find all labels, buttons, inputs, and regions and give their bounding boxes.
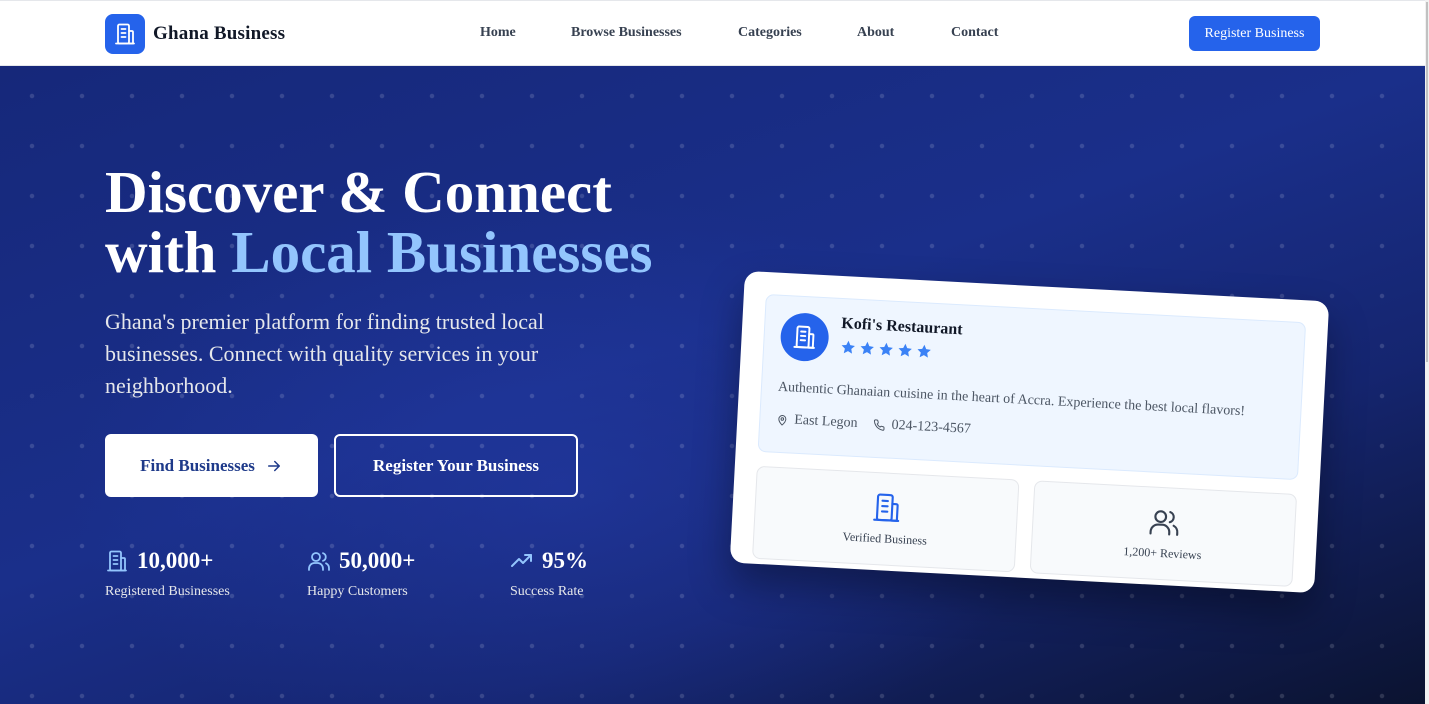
navbar: Ghana Business Home Browse Businesses Ca…: [0, 0, 1425, 66]
hero-title: Discover & Connect with Local Businesses: [105, 162, 725, 282]
arrow-right-icon: [267, 460, 280, 471]
feature-verified: Verified Business: [751, 465, 1020, 573]
business-description: Authentic Ghanaian cuisine in the heart …: [777, 379, 1246, 420]
scrollbar-thumb[interactable]: [1426, 2, 1428, 362]
stat-businesses: 10,000+ Registered Businesses: [105, 548, 230, 600]
stat-label: Registered Businesses: [105, 584, 230, 599]
star-icon: [917, 344, 931, 358]
users-icon: [308, 552, 330, 571]
map-pin-icon: [778, 415, 787, 426]
stat-customers: 50,000+ Happy Customers: [307, 548, 415, 600]
stat-value: 10,000+: [137, 548, 214, 573]
nav-home[interactable]: Home: [480, 25, 516, 41]
business-meta: East Legon 024-123-4567: [776, 412, 971, 438]
hero-section: Discover & Connect with Local Businesses…: [0, 66, 1425, 704]
rating-stars: [840, 339, 933, 360]
trending-up-icon: [511, 554, 532, 567]
feature-label: Verified Business: [842, 529, 928, 548]
star-icon: [860, 341, 874, 355]
phone-text: 024-123-4567: [891, 417, 972, 437]
hero-title-accent: Local Businesses: [231, 219, 653, 285]
stat-label: Happy Customers: [307, 584, 408, 599]
nav-browse-businesses[interactable]: Browse Businesses: [571, 25, 682, 41]
star-icon: [898, 343, 912, 357]
feature-label: 1,200+ Reviews: [1122, 544, 1202, 563]
building-icon: [107, 550, 127, 572]
hero-subtitle: Ghana's premier platform for finding tru…: [105, 309, 544, 398]
hero-title-prefix: with: [105, 219, 232, 285]
star-icon: [879, 342, 893, 356]
business-panel: Kofi's Restaurant Authentic Ghanaian cui…: [757, 294, 1307, 481]
phone-icon: [874, 419, 885, 431]
users-icon: [1148, 510, 1178, 536]
building-icon: [872, 493, 899, 522]
register-your-business-button[interactable]: Register Your Business: [334, 434, 578, 497]
location-text: East Legon: [793, 412, 858, 431]
star-icon: [841, 340, 855, 354]
nav-categories[interactable]: Categories: [738, 25, 802, 41]
find-businesses-label: Find Businesses: [140, 455, 255, 475]
stat-value: 50,000+: [339, 548, 416, 573]
stat-success: 95% Success Rate: [510, 548, 588, 600]
building-icon: [779, 311, 830, 363]
feature-reviews: 1,200+ Reviews: [1029, 480, 1298, 587]
nav-about[interactable]: About: [857, 25, 894, 41]
hero-title-line1: Discover & Connect: [105, 159, 612, 225]
nav-contact[interactable]: Contact: [951, 25, 998, 41]
stat-value: 95%: [542, 548, 588, 573]
business-name: Kofi's Restaurant: [840, 315, 964, 339]
stat-label: Success Rate: [510, 584, 584, 599]
business-location: East Legon: [776, 412, 858, 432]
register-business-button[interactable]: Register Business: [1189, 16, 1320, 51]
find-businesses-button[interactable]: Find Businesses: [105, 434, 318, 497]
business-preview-card[interactable]: Kofi's Restaurant Authentic Ghanaian cui…: [729, 270, 1330, 594]
business-phone: 024-123-4567: [873, 417, 971, 438]
